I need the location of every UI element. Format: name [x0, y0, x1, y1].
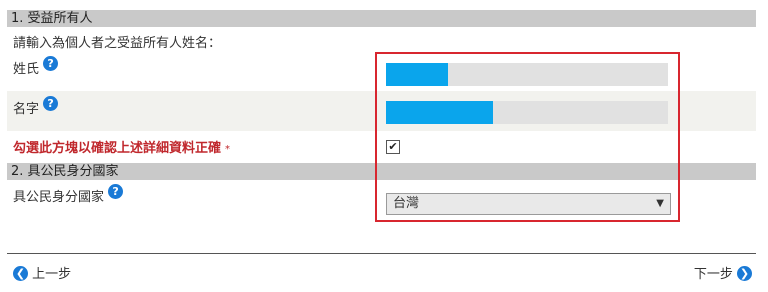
confirm-text: 勾選此方塊以確認上述詳細資料正確: [13, 141, 222, 156]
section-title: 2. 具公民身分國家: [11, 164, 119, 179]
question-circle-icon[interactable]: ?: [108, 184, 124, 199]
country-label: 具公民身分國家?: [13, 184, 124, 205]
chevron-right-circle-icon: ❯: [737, 266, 752, 281]
chevron-left-circle-icon: ❮: [13, 266, 28, 281]
section-title: 1. 受益所有人: [11, 11, 93, 26]
surname-label-text: 姓氏: [13, 62, 40, 77]
confirm-label: 勾選此方塊以確認上述詳細資料正確 *: [13, 137, 230, 156]
next-label: 下一步: [693, 267, 733, 282]
question-circle-icon[interactable]: ?: [43, 96, 59, 111]
question-circle-icon[interactable]: ?: [43, 56, 59, 71]
highlight-frame: [375, 52, 680, 222]
section-header-beneficial-owner: 1. 受益所有人: [7, 10, 756, 27]
country-label-text: 具公民身分國家: [13, 190, 105, 205]
next-button[interactable]: 下一步 ❯: [694, 263, 752, 282]
prev-button[interactable]: ❮ 上一步: [13, 263, 71, 282]
footer-divider: [7, 253, 756, 254]
surname-label: 姓氏?: [13, 56, 59, 77]
instruction-row: 請輸入為個人者之受益所有人姓名：: [7, 27, 756, 51]
given-name-label: 名字?: [13, 96, 59, 117]
prev-label: 上一步: [32, 267, 72, 282]
given-name-label-text: 名字: [13, 102, 40, 117]
required-mark: *: [225, 144, 231, 155]
